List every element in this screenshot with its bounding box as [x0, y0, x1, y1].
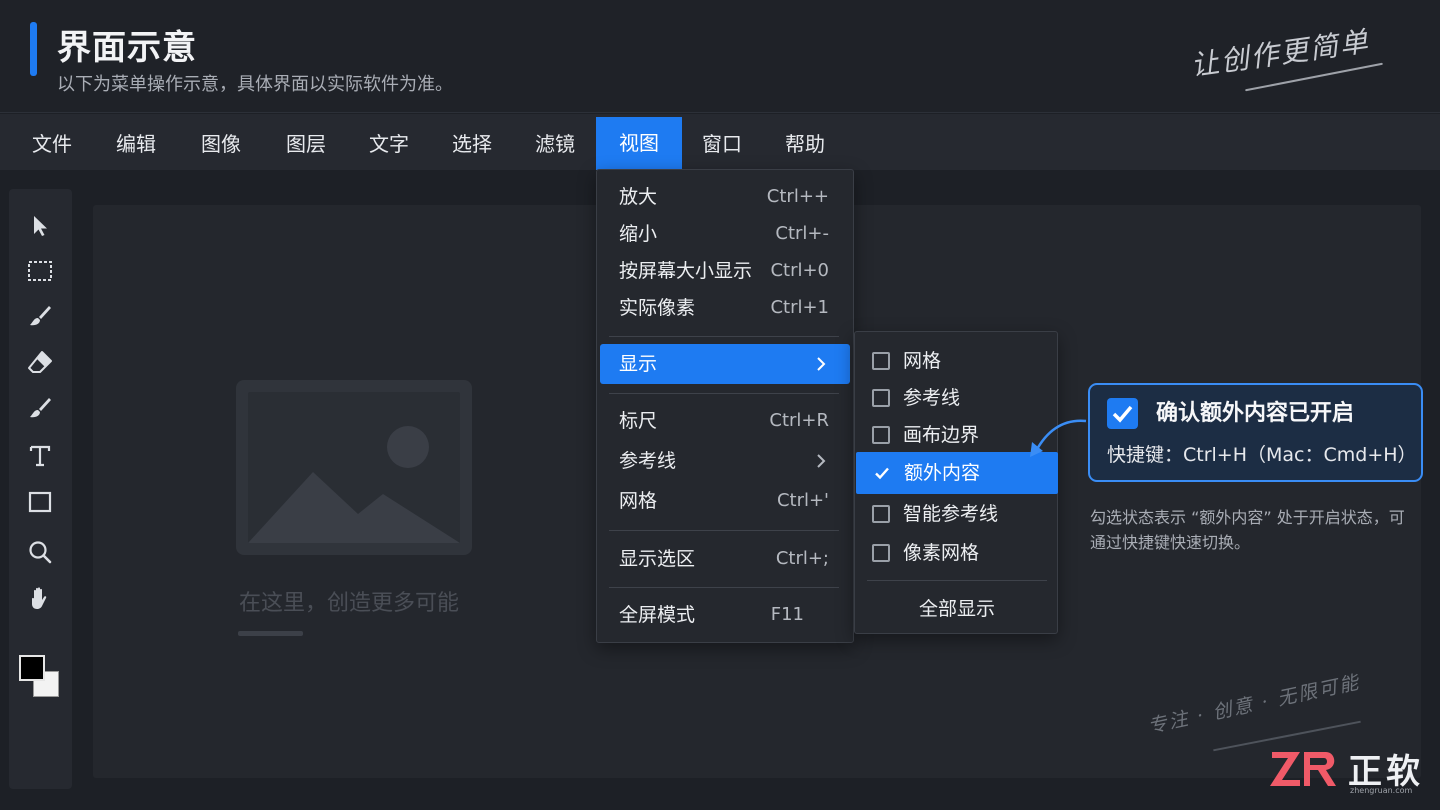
menu-item-label: 全屏模式	[619, 604, 696, 626]
menu-file[interactable]: 文件	[16, 118, 88, 170]
view-dropdown-menu: 放大 Ctrl++ 缩小 Ctrl+- 按屏幕大小显示 Ctrl+0 实际像素 …	[596, 169, 854, 643]
menu-item-shortcut: F11	[770, 604, 804, 625]
brand-logo: 正软 zhengruan.com	[1270, 744, 1430, 799]
pointer-icon[interactable]	[23, 209, 57, 243]
submenu-item-label: 参考线	[903, 387, 961, 409]
submenu-item-label: 像素网格	[903, 542, 980, 564]
menu-item-label: 缩小	[619, 223, 658, 245]
menu-item-label: 实际像素	[619, 297, 696, 319]
menu-item-label: 放大	[619, 186, 658, 208]
menu-filter[interactable]: 滤镜	[519, 118, 591, 170]
text-tool-icon[interactable]	[23, 439, 57, 473]
submenu-item-label: 额外内容	[904, 462, 981, 484]
show-submenu: 网格 参考线 画布边界 额外内容 智能参考线 像素网格 全部显示	[854, 331, 1058, 634]
slogan: 让创作更简单	[1188, 24, 1372, 83]
submenu-item-label: 网格	[903, 350, 942, 372]
menu-item-zoom-out[interactable]: 缩小 Ctrl+-	[600, 214, 850, 254]
marquee-icon[interactable]	[23, 254, 57, 288]
menu-edit[interactable]: 编辑	[100, 118, 172, 170]
menu-item-actual-pixels[interactable]: 实际像素 Ctrl+1	[600, 288, 850, 328]
menu-divider	[609, 587, 839, 588]
menu-divider	[867, 580, 1047, 581]
menu-item-fullscreen[interactable]: 全屏模式 F11	[600, 595, 850, 635]
menu-item-show-selection[interactable]: 显示选区 Ctrl+;	[600, 539, 850, 579]
menu-view[interactable]: 视图	[596, 117, 682, 170]
menu-layer[interactable]: 图层	[270, 118, 342, 170]
checkmark-icon[interactable]	[873, 464, 891, 482]
menu-item-label: 参考线	[619, 450, 677, 472]
menu-item-label: 显示	[619, 353, 658, 375]
menu-item-shortcut: Ctrl+1	[770, 297, 829, 318]
menu-item-rulers[interactable]: 标尺 Ctrl+R	[600, 401, 850, 441]
submenu-item-smart-guides[interactable]: 智能参考线	[855, 495, 1059, 533]
callout-box: 确认额外内容已开启 快捷键：Ctrl+H（Mac：Cmd+H）	[1088, 383, 1423, 482]
menu-help[interactable]: 帮助	[769, 118, 841, 170]
eraser-icon[interactable]	[23, 345, 57, 379]
title-accent-bar	[30, 22, 37, 76]
checkbox[interactable]	[872, 389, 890, 407]
menu-divider	[609, 530, 839, 531]
callout-arrow-icon	[1030, 419, 1087, 457]
page-subtitle: 以下为菜单操作示意，具体界面以实际软件为准。	[57, 74, 453, 95]
logo-url: zhengruan.com	[1350, 786, 1413, 795]
menu-type[interactable]: 文字	[353, 118, 425, 170]
color-swatch[interactable]	[19, 655, 63, 699]
menu-select[interactable]: 选择	[436, 118, 508, 170]
menu-item-shortcut: Ctrl+R	[769, 410, 829, 431]
menu-item-show[interactable]: 显示	[600, 344, 850, 384]
callout-title: 确认额外内容已开启	[1156, 401, 1355, 426]
menu-window[interactable]: 窗口	[686, 118, 758, 170]
foreground-color[interactable]	[19, 655, 45, 681]
placeholder-caption: 在这里，创造更多可能	[239, 591, 460, 616]
menu-item-label: 显示选区	[619, 548, 696, 570]
show-all-button[interactable]: 全部显示	[855, 590, 1059, 628]
checkbox[interactable]	[872, 426, 890, 444]
placeholder-underline	[238, 631, 303, 636]
submenu-item-label: 画布边界	[903, 424, 980, 446]
tool-panel	[9, 189, 72, 789]
menu-image[interactable]: 图像	[185, 118, 257, 170]
rectangle-icon[interactable]	[23, 485, 57, 519]
menu-item-shortcut: Ctrl+0	[770, 260, 829, 281]
menu-item-shortcut: Ctrl+'	[776, 490, 829, 511]
submenu-item-grid[interactable]: 网格	[855, 342, 1059, 380]
submenu-item-label: 智能参考线	[903, 503, 999, 525]
menu-divider	[609, 336, 839, 337]
menu-item-shortcut: Ctrl+-	[775, 223, 829, 244]
brush-icon[interactable]	[23, 299, 57, 333]
menu-item-guides[interactable]: 参考线	[600, 441, 850, 481]
menu-item-label: 网格	[619, 490, 658, 512]
checkmark-icon	[1107, 398, 1138, 429]
chevron-right-icon	[817, 454, 826, 468]
logo-mark-icon	[1270, 752, 1336, 786]
callout-note: 勾选状态表示 “额外内容” 处于开启状态，可通过快捷键快速切换。	[1090, 508, 1405, 552]
menu-bar: 文件 编辑 图像 图层 文字 选择 滤镜 视图 窗口 帮助	[0, 114, 1440, 170]
menu-divider	[609, 393, 839, 394]
zoom-icon[interactable]	[23, 535, 57, 569]
menu-item-grid[interactable]: 网格 Ctrl+'	[600, 481, 850, 521]
menu-item-zoom-in[interactable]: 放大 Ctrl++	[600, 177, 850, 217]
menu-item-label: 按屏幕大小显示	[619, 260, 753, 282]
callout-shortcut: 快捷键：Ctrl+H（Mac：Cmd+H）	[1107, 444, 1417, 466]
menu-item-fit-screen[interactable]: 按屏幕大小显示 Ctrl+0	[600, 251, 850, 291]
hand-icon[interactable]	[23, 581, 57, 615]
menu-item-shortcut: Ctrl+;	[775, 548, 829, 569]
chevron-right-icon	[817, 357, 826, 371]
header: 界面示意 以下为菜单操作示意，具体界面以实际软件为准。 让创作更简单	[0, 0, 1440, 113]
paint-brush-icon[interactable]	[23, 391, 57, 425]
checkbox[interactable]	[872, 505, 890, 523]
image-placeholder-icon	[236, 380, 472, 555]
menu-item-label: 标尺	[619, 410, 658, 432]
menu-item-shortcut: Ctrl++	[766, 186, 829, 207]
page-title: 界面示意	[57, 28, 197, 68]
submenu-item-pixel-grid[interactable]: 像素网格	[855, 534, 1059, 572]
checkbox[interactable]	[872, 544, 890, 562]
checkbox[interactable]	[872, 352, 890, 370]
